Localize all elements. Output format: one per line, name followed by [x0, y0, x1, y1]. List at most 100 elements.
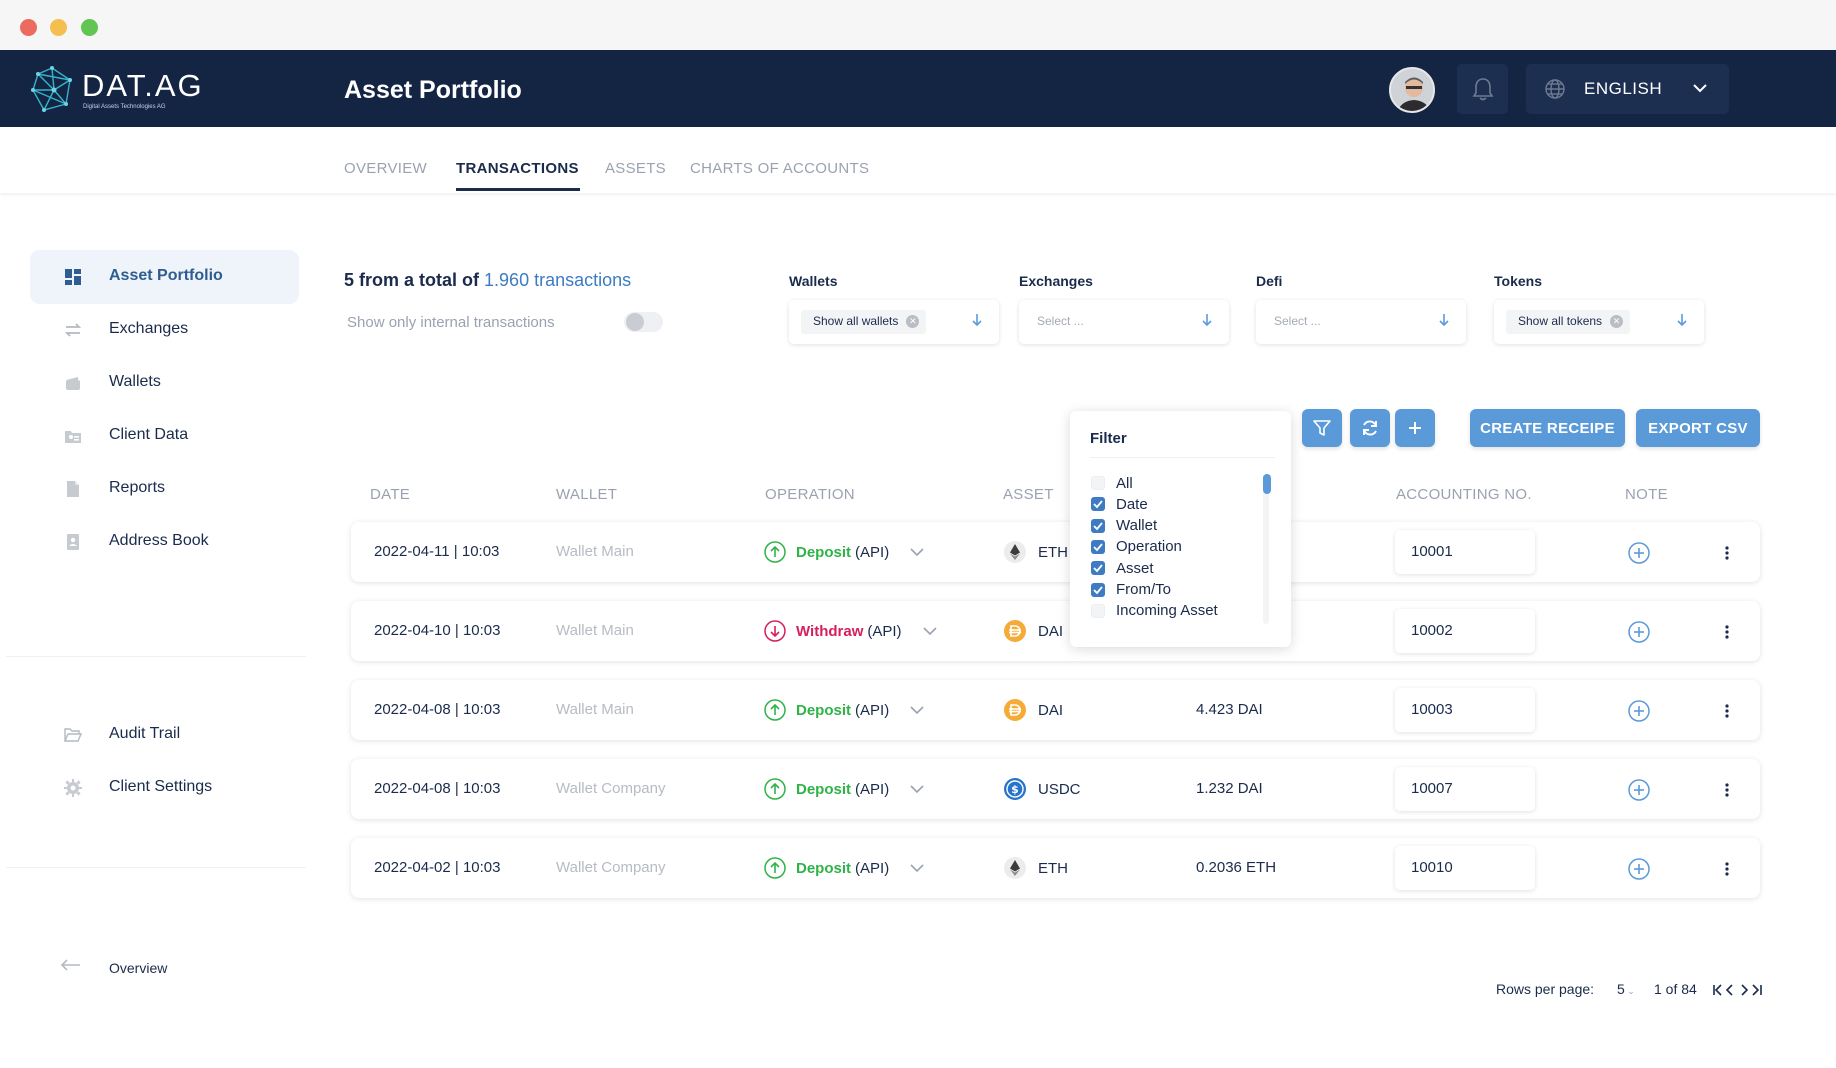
filter-option[interactable]: Incoming Asset: [1091, 602, 1218, 620]
cell-operation[interactable]: Withdraw (API): [764, 620, 938, 642]
add-note-icon[interactable]: [1627, 857, 1651, 881]
column-filter-popup: Filter All Date Wallet Operation Asset From/T…: [1070, 411, 1291, 647]
close-icon[interactable]: ✕: [906, 315, 920, 328]
summary-total-link[interactable]: 1.960 transactions: [484, 270, 631, 290]
wallets-filter-select[interactable]: Show all wallets ✕: [789, 300, 999, 344]
header-note[interactable]: NOTE: [1625, 486, 1668, 503]
accounting-no-field[interactable]: 10010: [1395, 846, 1535, 890]
operation-type: Withdraw: [796, 622, 864, 640]
checkbox-unchecked-icon[interactable]: [1091, 476, 1105, 490]
cell-operation[interactable]: Deposit (API): [764, 778, 925, 800]
tab-charts-of-accounts[interactable]: CHARTS OF ACCOUNTS: [690, 160, 869, 177]
logo[interactable]: DAT.AG Digital Assets Technologies AG: [30, 66, 230, 114]
exchanges-filter-label: Exchanges: [1019, 273, 1093, 289]
header-date[interactable]: DATE: [370, 486, 410, 503]
sidebar-item-client-settings[interactable]: Client Settings: [30, 761, 299, 815]
header-asset[interactable]: ASSET: [1003, 486, 1054, 503]
tokens-filter-select[interactable]: Show all tokens ✕: [1494, 300, 1704, 344]
avatar[interactable]: [1389, 67, 1435, 113]
internal-transactions-toggle[interactable]: [624, 312, 663, 332]
chevron-down-icon[interactable]: [909, 547, 925, 557]
chevron-down-icon[interactable]: [922, 626, 938, 636]
filter-button[interactable]: [1302, 409, 1342, 447]
more-vertical-icon[interactable]: [1724, 621, 1730, 643]
table-row[interactable]: 2022-04-08 | 10:03 Wallet Company Deposi…: [351, 759, 1760, 819]
table-row[interactable]: 2022-04-08 | 10:03 Wallet Main Deposit (…: [351, 680, 1760, 740]
tokens-filter-chip[interactable]: Show all tokens ✕: [1506, 310, 1631, 334]
more-vertical-icon[interactable]: [1724, 779, 1730, 801]
close-icon[interactable]: ✕: [1610, 315, 1624, 328]
add-note-icon[interactable]: [1627, 699, 1651, 723]
tab-assets[interactable]: ASSETS: [605, 160, 666, 177]
next-page-icon[interactable]: [1741, 984, 1749, 996]
filter-scrollbar-track[interactable]: [1263, 474, 1269, 624]
filter-option[interactable]: Wallet: [1091, 517, 1157, 535]
table-row[interactable]: 2022-04-02 | 10:03 Wallet Company Deposi…: [351, 838, 1760, 898]
add-note-icon[interactable]: [1627, 778, 1651, 802]
tab-overview[interactable]: OVERVIEW: [344, 160, 427, 177]
defi-filter-select[interactable]: Select ...: [1256, 300, 1466, 344]
window-minimize-button[interactable]: [50, 19, 67, 36]
filter-option[interactable]: Asset: [1091, 559, 1154, 577]
add-button[interactable]: [1395, 409, 1435, 447]
exchanges-filter-select[interactable]: Select ...: [1019, 300, 1229, 344]
accounting-no-field[interactable]: 10001: [1395, 530, 1535, 574]
header-accounting-no[interactable]: ACCOUNTING NO.: [1396, 486, 1532, 503]
more-vertical-icon[interactable]: [1724, 700, 1730, 722]
window-close-button[interactable]: [20, 19, 37, 36]
language-selector[interactable]: ENGLISH: [1526, 64, 1729, 114]
tab-transactions[interactable]: TRANSACTIONS: [456, 160, 579, 177]
chevron-down-icon[interactable]: [909, 784, 925, 794]
filter-option[interactable]: Date: [1091, 495, 1148, 513]
chevron-down-icon[interactable]: [909, 863, 925, 873]
accounting-no-field[interactable]: 10007: [1395, 767, 1535, 811]
cell-operation[interactable]: Deposit (API): [764, 857, 925, 879]
checkbox-unchecked-icon[interactable]: [1091, 603, 1105, 618]
cell-operation[interactable]: Deposit (API): [764, 699, 925, 721]
table-row[interactable]: 2022-04-10 | 10:03 Wallet Main Withdraw …: [351, 601, 1760, 661]
prev-page-icon[interactable]: [1725, 984, 1733, 996]
sidebar-item-reports[interactable]: Reports: [30, 462, 299, 516]
table-row[interactable]: 2022-04-11 | 10:03 Wallet Main Deposit (…: [351, 522, 1760, 582]
checkbox-checked-icon[interactable]: [1091, 582, 1105, 597]
header-operation[interactable]: OPERATION: [765, 486, 855, 503]
checkbox-checked-icon[interactable]: [1091, 561, 1105, 576]
cell-wallet: Wallet Company: [556, 780, 666, 797]
export-csv-button[interactable]: EXPORT CSV: [1636, 409, 1760, 447]
wallets-filter-chip[interactable]: Show all wallets ✕: [801, 310, 927, 334]
accounting-no-field[interactable]: 10003: [1395, 688, 1535, 732]
filter-option[interactable]: All: [1091, 474, 1133, 492]
back-to-overview-link[interactable]: Overview: [60, 958, 167, 977]
filter-option[interactable]: Operation: [1091, 538, 1182, 556]
more-vertical-icon[interactable]: [1724, 858, 1730, 880]
sidebar-item-asset-portfolio[interactable]: Asset Portfolio: [30, 250, 299, 304]
first-page-icon[interactable]: [1713, 984, 1722, 996]
arrow-down-icon: [972, 314, 982, 327]
sidebar-item-address-book[interactable]: Address Book: [30, 515, 299, 569]
sidebar-item-wallets[interactable]: Wallets: [30, 356, 299, 410]
add-note-icon[interactable]: [1627, 541, 1651, 565]
filter-scrollbar-thumb[interactable]: [1263, 474, 1271, 494]
more-vertical-icon[interactable]: [1724, 542, 1730, 564]
refresh-button[interactable]: [1350, 409, 1390, 447]
usdc-icon: $: [1004, 778, 1026, 800]
add-note-icon[interactable]: [1627, 620, 1651, 644]
window-maximize-button[interactable]: [81, 19, 98, 36]
arrow-up-circle-icon: [764, 541, 786, 563]
sidebar-item-audit-trail[interactable]: Audit Trail: [30, 708, 299, 762]
eth-icon: [1004, 857, 1026, 879]
create-receipt-button[interactable]: CREATE RECEIPE: [1470, 409, 1625, 447]
header-wallet[interactable]: WALLET: [556, 486, 617, 503]
checkbox-checked-icon[interactable]: [1091, 497, 1105, 512]
chevron-down-icon[interactable]: [909, 705, 925, 715]
cell-operation[interactable]: Deposit (API): [764, 541, 925, 563]
rows-per-page-select[interactable]: 5 ⌄: [1617, 981, 1635, 997]
checkbox-checked-icon[interactable]: [1091, 518, 1105, 533]
sidebar-item-exchanges[interactable]: Exchanges: [30, 303, 299, 357]
checkbox-checked-icon[interactable]: [1091, 539, 1105, 554]
last-page-icon[interactable]: [1752, 984, 1762, 996]
sidebar-item-client-data[interactable]: Client Data: [30, 409, 299, 463]
notifications-button[interactable]: [1457, 64, 1508, 114]
accounting-no-field[interactable]: 10002: [1395, 609, 1535, 653]
filter-option[interactable]: From/To: [1091, 581, 1171, 599]
